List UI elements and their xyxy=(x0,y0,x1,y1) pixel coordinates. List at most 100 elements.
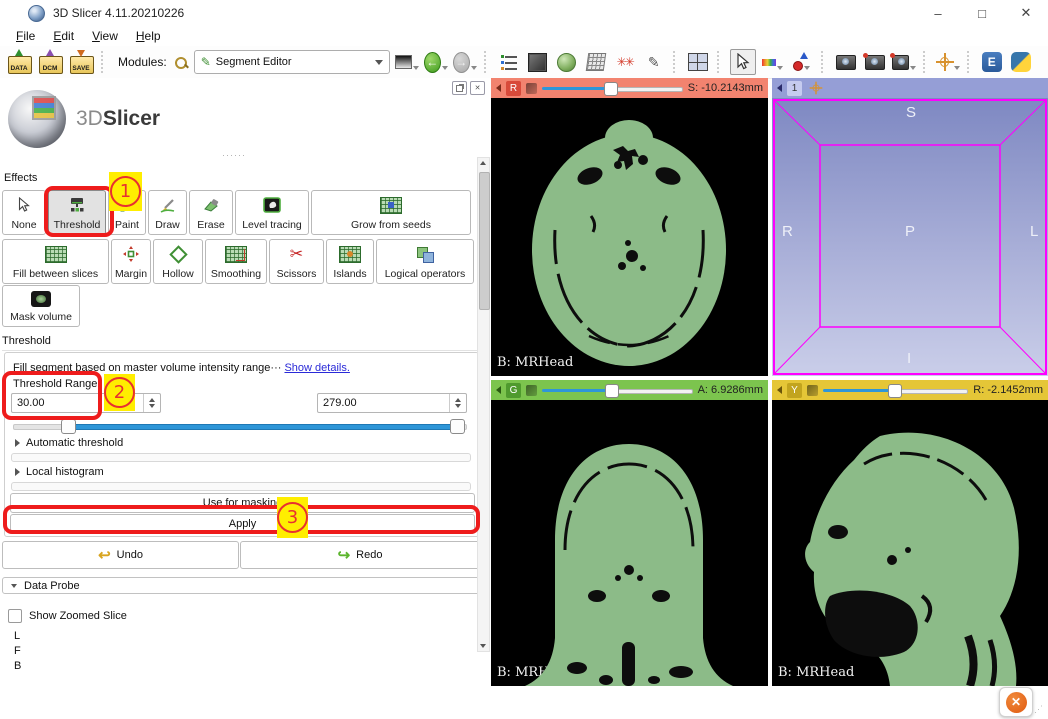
effect-scissors-button[interactable]: ✂ Scissors xyxy=(269,239,324,284)
pin-icon[interactable] xyxy=(526,385,537,396)
scene-view-restore-button[interactable] xyxy=(892,50,916,74)
effect-hollow-button[interactable]: Hollow xyxy=(153,239,203,284)
threshold-range-slider[interactable] xyxy=(13,419,465,433)
panel-scrollbar[interactable] xyxy=(477,157,490,652)
slider-handle[interactable] xyxy=(888,384,902,398)
effect-smoothing-button[interactable]: Smoothing xyxy=(205,239,267,284)
slicer-logo-icon xyxy=(8,90,66,148)
maximize-button[interactable]: □ xyxy=(960,0,1004,26)
volume-cube-icon[interactable] xyxy=(526,50,550,74)
transforms-icon[interactable]: ✳✳ xyxy=(613,50,637,74)
automatic-threshold-section[interactable]: Automatic threshold xyxy=(15,437,123,449)
place-point-button[interactable] xyxy=(790,50,814,74)
mouse-interaction-button[interactable] xyxy=(730,49,756,75)
effect-erase-button[interactable]: Erase xyxy=(189,190,233,235)
range-slider-min-handle[interactable] xyxy=(61,419,76,434)
effect-grow-from-seeds-button[interactable]: Grow from seeds xyxy=(311,190,471,235)
dismiss-overlay-button[interactable]: ✕ xyxy=(1006,692,1027,713)
annotations-icon[interactable]: ✎ xyxy=(642,50,666,74)
layout-selector-button[interactable] xyxy=(686,50,710,74)
threshold-max-value[interactable]: 279.00 xyxy=(318,394,449,412)
close-panel-button[interactable]: ✕ xyxy=(470,81,485,95)
orientation-i-label: I xyxy=(907,350,911,367)
effect-logical-operators-button[interactable]: Logical operators xyxy=(376,239,474,284)
separator xyxy=(821,51,827,73)
pin-icon[interactable] xyxy=(807,385,818,396)
undo-button[interactable]: ↩ Undo xyxy=(2,541,239,569)
extensions-manager-button[interactable]: E xyxy=(980,50,1004,74)
green-slice-slider[interactable] xyxy=(542,384,693,396)
module-selector[interactable]: ✎ Segment Editor xyxy=(194,50,390,74)
effect-none-button[interactable]: None xyxy=(2,190,46,235)
load-data-button[interactable]: DATA xyxy=(6,49,32,75)
crosshair-button[interactable] xyxy=(936,50,960,74)
effect-draw-button[interactable]: Draw xyxy=(148,190,187,235)
undock-panel-button[interactable] xyxy=(452,81,467,95)
python-console-button[interactable] xyxy=(1009,50,1033,74)
models-sphere-icon[interactable] xyxy=(555,50,579,74)
dicom-button[interactable]: DCM xyxy=(37,49,63,75)
scroll-up-icon[interactable] xyxy=(480,161,486,165)
show-details-link[interactable]: Show details. xyxy=(284,362,349,374)
save-button[interactable]: SAVE xyxy=(68,49,94,75)
close-button[interactable]: ✕ xyxy=(1004,0,1048,26)
history-forward-button[interactable]: → xyxy=(453,50,477,74)
effect-fill-between-slices-button[interactable]: Fill between slices xyxy=(2,239,109,284)
collapse-view-icon[interactable] xyxy=(496,386,501,394)
panel-drag-handle[interactable]: ······ xyxy=(222,150,246,160)
module-search-icon[interactable] xyxy=(174,56,187,69)
effect-mask-volume-button[interactable]: Mask volume xyxy=(2,285,80,327)
effect-level-tracing-button[interactable]: Level tracing xyxy=(235,190,309,235)
spinbox-arrows[interactable] xyxy=(449,394,466,412)
module-selector-value: Segment Editor xyxy=(216,56,292,68)
yellow-slice-slider[interactable] xyxy=(823,384,968,396)
local-histogram-section[interactable]: Local histogram xyxy=(15,466,104,478)
threshold-range-label: Threshold Range: xyxy=(13,378,100,390)
threshold-max-spinbox[interactable]: 279.00 xyxy=(317,393,467,413)
place-fiducial-button[interactable] xyxy=(761,50,785,74)
pin-icon[interactable] xyxy=(526,83,537,94)
effect-islands-button[interactable]: Islands xyxy=(326,239,374,284)
menu-edit[interactable]: Edit xyxy=(45,27,82,45)
hollow-icon xyxy=(172,240,185,268)
menu-help[interactable]: Help xyxy=(128,27,169,45)
module-history-icon[interactable] xyxy=(497,50,521,74)
screenshot-layout-button[interactable] xyxy=(395,50,419,74)
spinbox-arrows[interactable] xyxy=(143,394,160,412)
range-slider-max-handle[interactable] xyxy=(450,419,465,434)
green-view-body[interactable]: B: MRHead xyxy=(491,400,768,686)
effect-threshold-button[interactable]: Threshold xyxy=(48,190,106,235)
scrollbar-thumb[interactable] xyxy=(479,172,490,310)
scene-view-save-button[interactable] xyxy=(863,50,887,74)
resize-grip[interactable]: ⋰ xyxy=(1034,704,1044,715)
screen-capture-button[interactable] xyxy=(834,50,858,74)
collapse-view-icon[interactable] xyxy=(777,386,782,394)
threshold-min-spinbox[interactable]: 30.00 xyxy=(11,393,161,413)
menu-view[interactable]: View xyxy=(84,27,126,45)
axial-brain-slice xyxy=(491,98,768,376)
red-view-body[interactable]: B: MRHead xyxy=(491,98,768,376)
view-options-gear-icon[interactable] xyxy=(810,82,823,95)
effects-row-3: Mask volume xyxy=(2,285,80,327)
threeD-view-body[interactable]: S R P L I xyxy=(772,98,1048,376)
fill-between-slices-icon xyxy=(45,240,67,268)
use-for-masking-button[interactable]: Use for masking xyxy=(10,493,475,513)
scroll-down-icon[interactable] xyxy=(480,644,486,648)
volume-rendering-icon[interactable] xyxy=(584,50,608,74)
red-slice-slider[interactable] xyxy=(542,82,683,94)
margin-icon xyxy=(123,240,139,268)
orientation-p-label: P xyxy=(905,223,915,240)
apply-button[interactable]: Apply xyxy=(10,514,475,534)
show-zoomed-slice-checkbox[interactable] xyxy=(8,609,22,623)
data-probe-header[interactable]: Data Probe xyxy=(2,577,486,594)
slider-handle[interactable] xyxy=(605,384,619,398)
yellow-view-body[interactable]: B: MRHead xyxy=(772,400,1048,686)
redo-button[interactable]: ↪ Redo xyxy=(240,541,480,569)
effect-margin-button[interactable]: Margin xyxy=(111,239,151,284)
slider-handle[interactable] xyxy=(604,82,618,96)
minimize-button[interactable]: – xyxy=(916,0,960,26)
history-back-button[interactable]: ← xyxy=(424,50,448,74)
collapse-view-icon[interactable] xyxy=(777,84,782,92)
menu-file[interactable]: File xyxy=(8,27,43,45)
collapse-view-icon[interactable] xyxy=(496,84,501,92)
